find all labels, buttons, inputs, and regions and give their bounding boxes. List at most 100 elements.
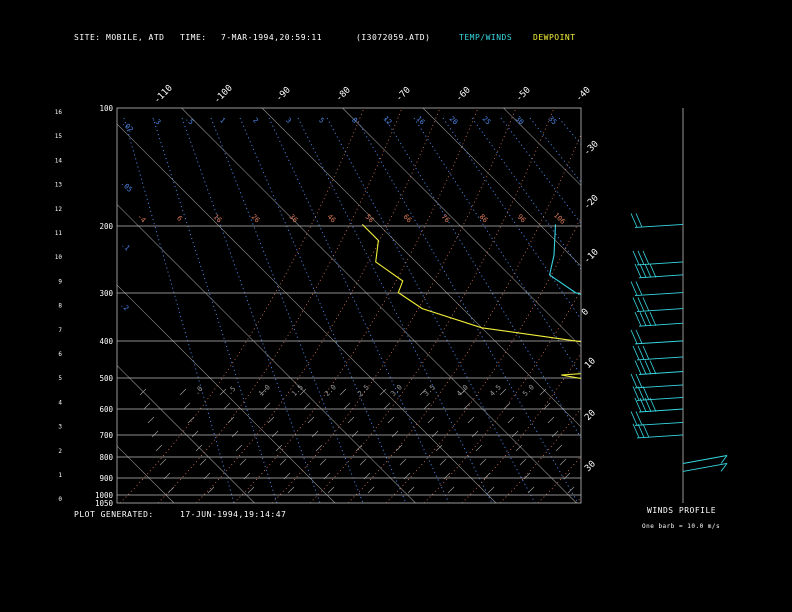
wind-barb-feather bbox=[635, 411, 643, 426]
moist-adiabat-dash bbox=[327, 486, 335, 494]
isotherm-line bbox=[261, 108, 581, 428]
wind-barb-feather bbox=[642, 386, 650, 401]
moist-adiabat-dash bbox=[231, 430, 239, 438]
moist-adiabat-dash bbox=[359, 458, 367, 466]
moist-adiabat-dash bbox=[339, 388, 347, 396]
moist-adiabat-dash bbox=[395, 444, 403, 452]
wind-barb-feather bbox=[649, 312, 657, 327]
height-tick-label: 2 bbox=[58, 448, 62, 455]
wind-barb-feather bbox=[634, 312, 642, 327]
plot-frame bbox=[116, 107, 582, 504]
wind-barb-feather bbox=[637, 345, 645, 360]
isotherm-line bbox=[181, 108, 577, 503]
moist-adiabat-dash bbox=[235, 444, 243, 452]
moist-adiabat-dash bbox=[511, 430, 519, 438]
height-tick-label: 7 bbox=[58, 327, 62, 334]
mixing-ratio-line bbox=[471, 117, 581, 270]
moist-adiabat-label: 1.5 bbox=[290, 383, 305, 398]
mixing-ratio-label: .02 bbox=[120, 119, 135, 134]
wind-barb-feather bbox=[642, 250, 650, 265]
moist-adiabat-dash bbox=[315, 444, 323, 452]
wind-barb-feather bbox=[635, 373, 643, 388]
wind-barb-feather bbox=[644, 312, 652, 327]
pressure-label: 700 bbox=[99, 431, 113, 440]
mixing-ratio-label: .3 bbox=[151, 115, 163, 127]
mixing-ratio-label: 5 bbox=[317, 116, 326, 125]
moist-adiabat-dash bbox=[471, 430, 479, 438]
mixing-ratio-label: 2 bbox=[251, 116, 260, 125]
moist-adiabat-dash bbox=[399, 458, 407, 466]
moist-adiabat-dash bbox=[567, 486, 575, 494]
moist-adiabat-label: .5 bbox=[226, 385, 238, 397]
moist-adiabat-label: 1.0 bbox=[257, 383, 272, 398]
wind-barb-feather bbox=[632, 423, 640, 438]
dry-adiabat-line bbox=[119, 108, 365, 503]
mixing-ratio-label: 25 bbox=[481, 115, 493, 127]
moist-adiabat-label: 5.0 bbox=[521, 383, 536, 398]
moist-adiabat-dash bbox=[355, 444, 363, 452]
height-tick-label: 1 bbox=[58, 472, 62, 479]
wind-barb-feather bbox=[644, 360, 652, 375]
moist-adiabat-dash bbox=[559, 458, 567, 466]
moist-adiabat-dash bbox=[247, 486, 255, 494]
moist-adiabat-dash bbox=[467, 416, 475, 424]
mixing-ratio-label: .05 bbox=[119, 179, 134, 194]
moist-adiabat-label: 2.5 bbox=[356, 383, 371, 398]
moist-adiabat-dash bbox=[167, 486, 175, 494]
dry-adiabat-line bbox=[575, 497, 581, 503]
mixing-ratio-line bbox=[442, 117, 581, 321]
wind-barb-feather bbox=[632, 386, 640, 401]
height-tick-label: 15 bbox=[55, 133, 63, 140]
wind-barb-feather bbox=[630, 213, 638, 228]
moist-adiabat-dash bbox=[223, 402, 231, 410]
wind-barb-feather bbox=[642, 423, 650, 438]
moist-adiabat-dash bbox=[319, 458, 327, 466]
wind-barb-feather bbox=[637, 386, 645, 401]
moist-adiabat-dash bbox=[311, 430, 319, 438]
top-isotherm-label: -70 bbox=[394, 85, 413, 104]
moist-adiabat-label: 3.5 bbox=[422, 383, 437, 398]
wind-barb-feather bbox=[630, 329, 638, 344]
moist-adiabat-dash bbox=[179, 388, 187, 396]
dry-adiabat-label: 86 bbox=[478, 213, 490, 225]
wind-barb-feather bbox=[635, 329, 643, 344]
moist-adiabat-dash bbox=[343, 402, 351, 410]
top-isotherm-label: -100 bbox=[212, 83, 234, 105]
pressure-label: 600 bbox=[99, 405, 113, 414]
mixing-ratio-label: 1 bbox=[218, 116, 227, 125]
moist-adiabat-dash bbox=[159, 458, 167, 466]
wind-barb-feather bbox=[632, 250, 640, 265]
mixing-ratio-line bbox=[239, 117, 407, 503]
top-isotherm-label: -90 bbox=[274, 85, 293, 104]
mixing-ratio-line bbox=[123, 117, 235, 503]
moist-adiabat-dash bbox=[527, 486, 535, 494]
moist-adiabat-dash bbox=[351, 430, 359, 438]
moist-adiabat-dash bbox=[439, 458, 447, 466]
mixing-ratio-label: 3 bbox=[284, 116, 293, 125]
dry-adiabat-line bbox=[271, 108, 517, 503]
moist-adiabat-dash bbox=[543, 402, 551, 410]
moist-adiabat-dash bbox=[479, 458, 487, 466]
wind-barb-shaft bbox=[682, 455, 728, 464]
moist-adiabat-dash bbox=[427, 416, 435, 424]
isotherm-line bbox=[117, 284, 336, 503]
moist-adiabat-dash bbox=[391, 430, 399, 438]
moist-adiabat-dash bbox=[239, 458, 247, 466]
moist-adiabat-dash bbox=[503, 402, 511, 410]
moist-adiabat-dash bbox=[227, 416, 235, 424]
moist-adiabat-dash bbox=[207, 486, 215, 494]
dry-adiabat-label: 46 bbox=[326, 213, 338, 225]
moist-adiabat-dash bbox=[183, 402, 191, 410]
dry-adiabat-line bbox=[309, 108, 555, 503]
pressure-label: 100 bbox=[99, 104, 113, 113]
isotherm-line bbox=[665, 108, 792, 503]
moist-adiabat-label: 2.0 bbox=[323, 383, 338, 398]
dry-adiabat-label: 16 bbox=[212, 213, 224, 225]
moist-adiabat-dash bbox=[143, 402, 151, 410]
moist-adiabat-label: 3.0 bbox=[389, 383, 404, 398]
mixing-ratio-line bbox=[297, 117, 493, 503]
moist-adiabat-dash bbox=[431, 430, 439, 438]
isotherm-line bbox=[584, 108, 792, 503]
height-tick-label: 11 bbox=[55, 230, 63, 237]
height-tick-label: 9 bbox=[58, 278, 62, 285]
